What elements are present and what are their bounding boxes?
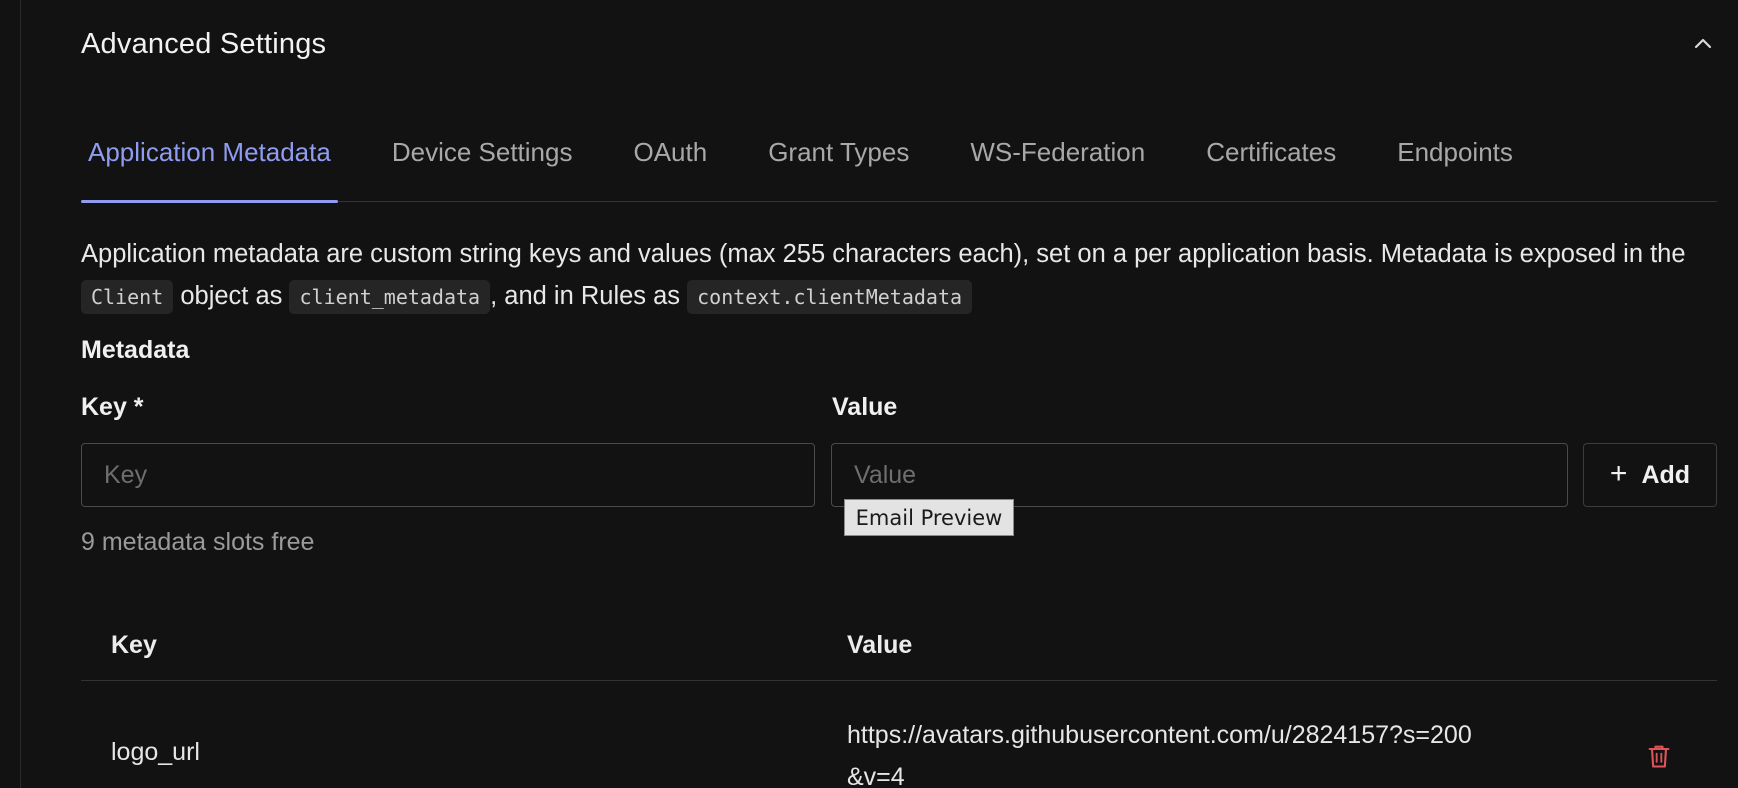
section-title: Advanced Settings — [81, 27, 327, 60]
slots-free-text: 9 metadata slots free — [81, 528, 315, 556]
key-input[interactable] — [81, 443, 815, 507]
advanced-settings-page: Advanced Settings Application Metadata D… — [0, 0, 1738, 788]
metadata-table-header: Key Value — [81, 622, 1717, 681]
table-row: logo_url https://avatars.githubuserconte… — [81, 714, 1717, 788]
left-divider — [20, 0, 21, 788]
tab-oauth[interactable]: OAuth — [626, 130, 714, 202]
column-header-value: Value — [847, 631, 913, 659]
row-value: https://avatars.githubusercontent.com/u/… — [847, 721, 1472, 788]
tab-ws-federation[interactable]: WS-Federation — [963, 130, 1152, 202]
row-key: logo_url — [111, 738, 200, 766]
column-header-key: Key — [111, 631, 157, 659]
description-text: , and in Rules as — [490, 282, 688, 310]
code-context-client-metadata: context.clientMetadata — [687, 280, 973, 314]
metadata-description: Application metadata are custom string k… — [81, 233, 1721, 318]
code-client: Client — [81, 280, 174, 314]
email-preview-tooltip: Email Preview — [844, 499, 1014, 536]
description-text: Application metadata are custom string k… — [81, 240, 1686, 268]
tab-endpoints[interactable]: Endpoints — [1390, 130, 1520, 202]
code-client-metadata: client_metadata — [289, 280, 491, 314]
value-label: Value — [832, 393, 898, 421]
plus-icon: + — [1609, 456, 1628, 490]
add-button-label: Add — [1641, 460, 1691, 489]
tab-grant-types[interactable]: Grant Types — [761, 130, 916, 202]
tab-device-settings[interactable]: Device Settings — [385, 130, 580, 202]
metadata-heading: Metadata — [81, 336, 190, 364]
add-metadata-button[interactable]: + Add — [1583, 443, 1717, 507]
delete-row-button[interactable] — [1641, 738, 1677, 774]
description-text: object as — [173, 282, 290, 310]
trash-icon — [1648, 745, 1670, 768]
section-header: Advanced Settings — [81, 22, 1721, 66]
collapse-button[interactable] — [1685, 26, 1721, 62]
chevron-up-icon — [1694, 38, 1712, 49]
tab-certificates[interactable]: Certificates — [1199, 130, 1343, 202]
tab-application-metadata[interactable]: Application Metadata — [81, 130, 338, 203]
key-label: Key * — [81, 393, 144, 421]
value-input[interactable] — [831, 443, 1568, 507]
settings-tabs: Application Metadata Device Settings OAu… — [81, 130, 1717, 203]
